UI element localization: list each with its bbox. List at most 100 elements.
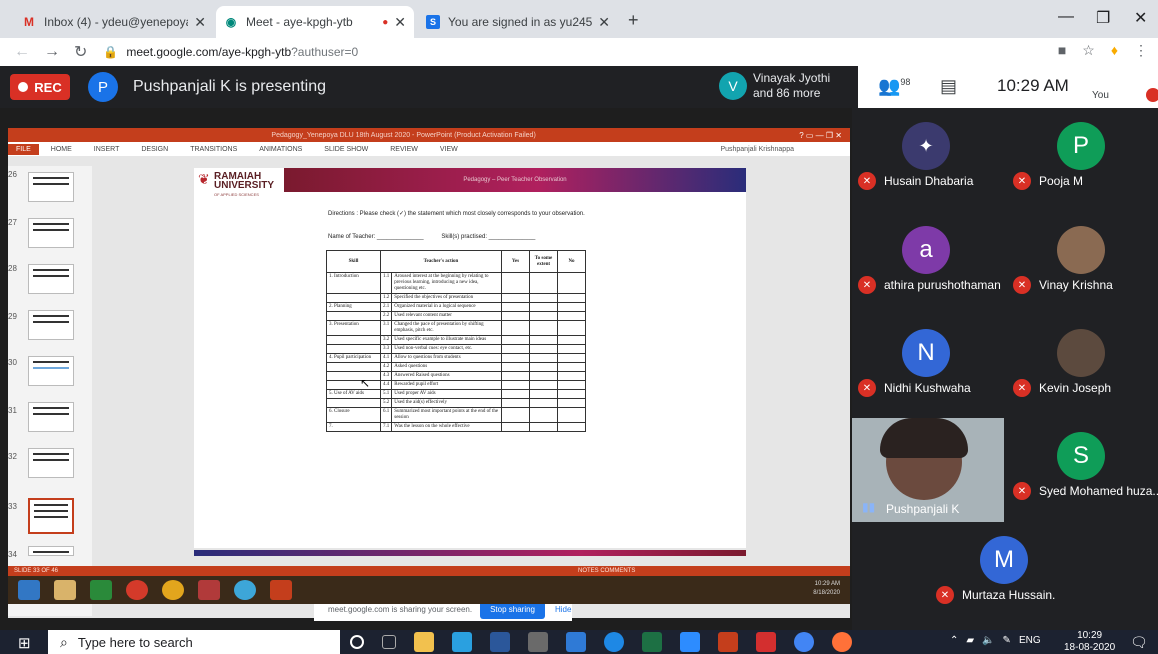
table-row: 1.2 Specified the objectives of presentat… (326, 293, 586, 303)
slide-thumb[interactable] (28, 310, 74, 340)
excel-icon[interactable] (642, 632, 662, 652)
slide-thumb[interactable] (28, 218, 74, 248)
network-icon[interactable]: ▰ (966, 635, 974, 646)
teacher-name-field: Name of Teacher: ______________ (328, 234, 424, 240)
close-icon[interactable]: ✕ (598, 14, 610, 31)
slide-thumb-selected[interactable] (28, 498, 74, 534)
participant-tile[interactable]: ✕ Vinay Krishna (1007, 212, 1157, 316)
volume-icon[interactable]: 🔈 (982, 635, 994, 646)
word-icon[interactable] (490, 632, 510, 652)
participant-tile[interactable]: a ✕ athira purushothaman (852, 212, 1002, 316)
acrobat-icon[interactable] (756, 632, 776, 652)
cell-some (529, 362, 558, 372)
slide-thumb[interactable] (28, 264, 74, 294)
tab-meet[interactable]: ◉ Meet - aye-kpgh-ytb ● ✕ (216, 6, 414, 38)
menu-icon[interactable]: ⋮ (1134, 42, 1148, 59)
people-button[interactable]: 👥98 (878, 76, 910, 97)
cell-no (557, 335, 586, 345)
participant-tile[interactable]: N ✕ Nidhi Kushwaha (852, 315, 1002, 419)
notes-comments[interactable]: NOTES COMMENTS (578, 568, 635, 574)
cell-no (557, 353, 586, 363)
participant-tile[interactable]: P ✕ Pooja M (1007, 108, 1157, 212)
pen-icon[interactable]: ✎ (1003, 635, 1011, 646)
windows-start-icon[interactable]: ⊞ (18, 634, 31, 652)
cell-no (557, 371, 586, 381)
tab-signed-in[interactable]: S You are signed in as yu2455 ✕ (418, 6, 618, 38)
self-mic-off-icon (1146, 88, 1158, 102)
url-field[interactable]: 🔒 meet.google.com/aye-kpgh-ytb?authuser=0 (103, 45, 358, 59)
hide-button[interactable]: Hide (555, 605, 571, 614)
reload-icon[interactable]: ↻ (74, 42, 87, 62)
slide-thumb[interactable] (28, 546, 74, 556)
cell-skill (326, 311, 381, 321)
cell-action: Used the aid(s) effectively (391, 398, 502, 408)
mic-off-icon: ✕ (1013, 482, 1031, 500)
chrome-icon[interactable] (794, 632, 814, 652)
file-explorer-icon[interactable] (414, 632, 434, 652)
presenter-video-tile[interactable]: ▮▮ Pushpanjali K (852, 418, 1004, 522)
logo-sub: OF APPLIED SCIENCES (214, 192, 259, 197)
viewer-more: and 86 more (753, 86, 821, 100)
cell-skill (326, 380, 381, 390)
participant-tile[interactable]: S ✕ Syed Mohamed huza.. (1007, 418, 1158, 522)
powerpoint-icon[interactable] (718, 632, 738, 652)
cell-yes (501, 407, 530, 423)
tab-gmail[interactable]: M Inbox (4) - ydeu@yenepoya.edu ✕ (14, 6, 214, 38)
browser-tabstrip: M Inbox (4) - ydeu@yenepoya.edu ✕ ◉ Meet… (0, 0, 1158, 38)
cortana-icon[interactable] (350, 635, 364, 649)
edge-icon[interactable] (604, 632, 624, 652)
you-label: You (1092, 90, 1109, 101)
restore-icon[interactable]: ❐ (1096, 8, 1110, 28)
folder-icon (54, 580, 76, 600)
close-icon[interactable]: ✕ (394, 14, 406, 31)
participant-tile[interactable]: ✦ ✕ Husain Dhabaria (852, 108, 1002, 212)
chat-button[interactable]: ▤ (940, 76, 957, 97)
store-icon[interactable] (528, 632, 548, 652)
task-view-icon[interactable] (382, 635, 396, 649)
cell-action: Organized material in a logical sequence (391, 302, 502, 312)
ppt-workspace: 26 27 28 29 30 31 32 33 34 ❦ RAMAIAH UNI… (8, 156, 850, 621)
app-icon (198, 580, 220, 600)
participant-name: Nidhi Kushwaha (884, 381, 971, 395)
ribbon-file[interactable]: FILE (8, 143, 39, 155)
minimize-icon[interactable]: — (1058, 8, 1074, 26)
slide-thumb[interactable] (28, 172, 74, 202)
viewer-summary[interactable]: Vinayak Jyothi and 86 more (753, 71, 830, 101)
address-bar: ← → ↻ 🔒 meet.google.com/aye-kpgh-ytb?auth… (0, 38, 1158, 66)
notifications-icon[interactable]: 🗨 (1130, 634, 1148, 651)
ribbon-insert[interactable]: INSERT (94, 146, 120, 153)
ribbon-design[interactable]: DESIGN (141, 146, 168, 153)
taskbar-search[interactable]: ⌕ Type here to search (48, 630, 340, 654)
forward-icon[interactable]: → (44, 43, 60, 61)
new-tab-button[interactable]: + (628, 10, 639, 31)
taskbar-clock[interactable]: 10:29 18-08-2020 (1064, 630, 1115, 654)
close-icon[interactable]: ✕ (194, 14, 206, 31)
people-icon: 👥 (878, 76, 901, 96)
camera-icon[interactable]: ■ (1058, 42, 1066, 59)
ribbon-transitions[interactable]: TRANSITIONS (190, 146, 237, 153)
mail-icon[interactable] (566, 632, 586, 652)
ribbon-animations[interactable]: ANIMATIONS (259, 146, 302, 153)
ribbon-view[interactable]: VIEW (440, 146, 458, 153)
extension-icon[interactable]: ♦ (1111, 42, 1118, 59)
firefox-icon[interactable] (832, 632, 852, 652)
cell-yes (501, 380, 530, 390)
participant-tile[interactable]: ✕ Kevin Joseph (1007, 315, 1157, 419)
slide-canvas[interactable]: ❦ RAMAIAH UNIVERSITY OF APPLIED SCIENCES… (194, 168, 746, 548)
cell-no (557, 389, 586, 399)
zoom-icon[interactable] (680, 632, 700, 652)
ribbon-slideshow[interactable]: SLIDE SHOW (324, 146, 368, 153)
language-indicator[interactable]: ENG (1019, 635, 1041, 646)
slide-thumb[interactable] (28, 402, 74, 432)
app-l-icon[interactable] (452, 632, 472, 652)
star-icon[interactable]: ☆ (1082, 42, 1095, 59)
participant-tile[interactable]: M ✕ Murtaza Hussain. (930, 522, 1080, 626)
window-close-icon[interactable]: ✕ (1134, 8, 1147, 28)
recording-badge: REC (10, 74, 70, 100)
ribbon-home[interactable]: HOME (51, 146, 72, 153)
slide-thumb[interactable] (28, 356, 74, 386)
chevron-up-icon[interactable]: ⌃ (950, 635, 958, 646)
ribbon-review[interactable]: REVIEW (390, 146, 418, 153)
slide-thumb[interactable] (28, 448, 74, 478)
back-icon[interactable]: ← (14, 43, 30, 61)
